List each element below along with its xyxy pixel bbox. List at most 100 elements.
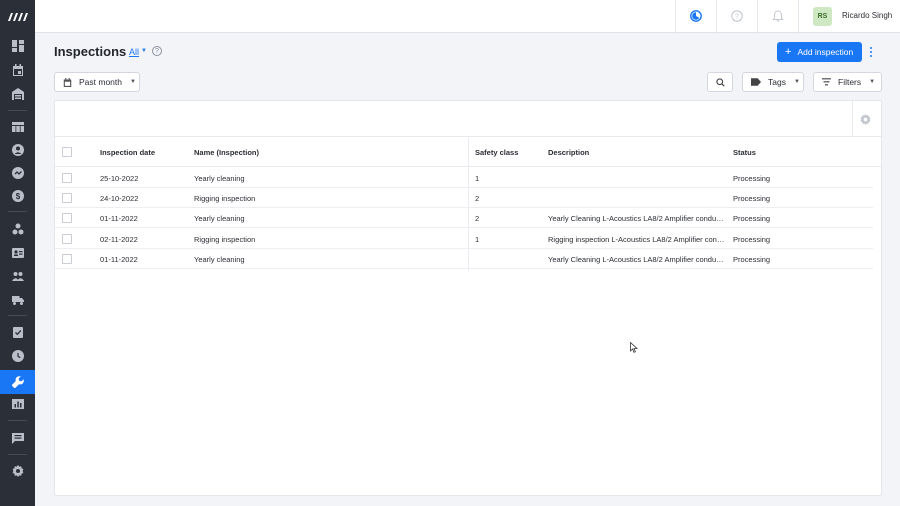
cell-date: 25-10-2022 [100, 174, 139, 183]
sidebar-divider [8, 315, 27, 316]
topbar-divider [716, 0, 717, 33]
cell-date: 01-11-2022 [100, 255, 138, 264]
tasks-icon[interactable] [0, 320, 35, 344]
table-toolbar [55, 101, 881, 137]
row-checkbox[interactable] [62, 234, 72, 244]
table-row[interactable]: 02-11-2022 Rigging inspection 1 Rigging … [55, 229, 873, 249]
row-checkbox[interactable] [62, 173, 72, 183]
more-options-icon[interactable] [866, 45, 876, 59]
avatar[interactable]: RS [813, 7, 832, 26]
row-checkbox[interactable] [62, 193, 72, 203]
topbar-divider [757, 0, 758, 33]
table-row[interactable]: 25-10-2022 Yearly cleaning 1 Processing [55, 168, 873, 188]
cell-status: Processing [733, 174, 771, 183]
inspections-table: Inspection date Name (Inspection) Safety… [54, 100, 882, 496]
table-row[interactable]: 01-11-2022 Yearly cleaning 2 Yearly Clea… [55, 208, 873, 228]
help-icon[interactable]: ? [730, 9, 744, 23]
help-icon[interactable]: ? [152, 46, 162, 56]
top-bar: ? RS Ricardo Singh [35, 0, 900, 33]
cell-date: 02-11-2022 [100, 235, 138, 244]
sidebar-divider [8, 211, 27, 212]
add-inspection-button[interactable]: + Add inspection [777, 42, 862, 62]
calendar-icon[interactable] [0, 58, 35, 82]
table-row[interactable]: 01-11-2022 Yearly cleaning Yearly Cleani… [55, 249, 873, 269]
cell-status: Processing [733, 235, 771, 244]
page-title: Inspections [54, 44, 127, 59]
sidebar-divider [8, 454, 27, 455]
select-all-checkbox[interactable] [62, 147, 72, 157]
cell-safety-class: 2 [475, 214, 480, 223]
cell-name[interactable]: Yearly cleaning [194, 214, 245, 223]
sidebar-divider [8, 110, 27, 111]
warehouse-icon[interactable] [0, 82, 35, 106]
reports-icon[interactable] [0, 392, 35, 416]
column-description[interactable]: Description [548, 148, 589, 157]
people-icon[interactable] [0, 264, 35, 288]
period-select-label: Past month [79, 77, 122, 87]
cell-name[interactable]: Yearly cleaning [194, 255, 245, 264]
finance-icon[interactable]: $ [0, 184, 35, 208]
planning-table-icon[interactable] [0, 115, 35, 139]
column-settings-icon[interactable] [860, 112, 874, 126]
svg-text:?: ? [735, 14, 739, 21]
bell-icon[interactable] [771, 9, 785, 23]
column-safety-class[interactable]: Safety class [475, 148, 518, 157]
cell-safety-class: 2 [475, 194, 480, 203]
cell-description: Yearly Cleaning L-Acoustics LA8/2 Amplif… [548, 255, 726, 264]
toolbar-divider [852, 101, 853, 137]
tags-button[interactable]: Tags ▼ [742, 72, 804, 92]
truck-icon[interactable] [0, 288, 35, 312]
period-select[interactable]: Past month ▼ [54, 72, 140, 92]
search-icon [715, 77, 725, 87]
view-selector[interactable]: All [129, 47, 139, 57]
sidebar: $ [0, 0, 35, 506]
tag-icon [751, 78, 761, 86]
row-checkbox[interactable] [62, 213, 72, 223]
cell-description: Rigging inspection L-Acoustics LA8/2 Amp… [548, 235, 726, 244]
sidebar-divider [8, 420, 27, 421]
column-name[interactable]: Name (Inspection) [194, 148, 259, 157]
caret-down-icon: ▼ [130, 79, 136, 85]
timer-icon[interactable] [689, 9, 703, 23]
caret-down-icon[interactable]: ▼ [141, 48, 147, 54]
cell-status: Processing [733, 194, 771, 203]
filters-label: Filters [838, 77, 862, 87]
column-inspection-date[interactable]: Inspection date [100, 148, 155, 157]
topbar-divider [798, 0, 799, 33]
messages-icon[interactable] [0, 426, 35, 450]
calendar-icon [63, 77, 72, 87]
caret-down-icon: ▼ [793, 79, 800, 85]
topbar-divider [675, 0, 676, 33]
filter-icon [822, 78, 831, 86]
svg-text:$: $ [15, 192, 20, 201]
cell-date: 24-10-2022 [100, 194, 139, 203]
dashboard-icon[interactable] [0, 34, 35, 58]
cell-status: Processing [733, 214, 771, 223]
caret-down-icon: ▼ [869, 79, 876, 85]
inventory-icon[interactable] [0, 217, 35, 241]
cell-safety-class: 1 [475, 235, 480, 244]
tags-label: Tags [768, 77, 786, 87]
add-inspection-label: Add inspection [797, 47, 854, 57]
cell-name[interactable]: Yearly cleaning [194, 174, 245, 183]
settings-icon[interactable] [0, 459, 35, 483]
wrench-icon[interactable] [0, 370, 35, 394]
column-status[interactable]: Status [733, 148, 756, 157]
cell-date: 01-11-2022 [100, 214, 138, 223]
filters-button[interactable]: Filters ▼ [813, 72, 882, 92]
cell-name[interactable]: Rigging inspection [194, 194, 255, 203]
mouse-cursor-icon [630, 340, 639, 358]
user-name[interactable]: Ricardo Singh [842, 11, 892, 20]
cell-safety-class: 1 [475, 174, 480, 183]
cell-name[interactable]: Rigging inspection [194, 235, 255, 244]
brand-logo[interactable] [0, 0, 35, 34]
contact-icon[interactable] [0, 138, 35, 162]
search-button[interactable] [707, 72, 733, 92]
table-row[interactable]: 24-10-2022 Rigging inspection 2 Processi… [55, 188, 873, 208]
cell-status: Processing [733, 255, 771, 264]
clock-icon[interactable] [0, 344, 35, 368]
crew-card-icon[interactable] [0, 241, 35, 265]
plus-icon: + [785, 45, 792, 58]
row-checkbox[interactable] [62, 254, 72, 264]
sales-icon[interactable] [0, 161, 35, 185]
